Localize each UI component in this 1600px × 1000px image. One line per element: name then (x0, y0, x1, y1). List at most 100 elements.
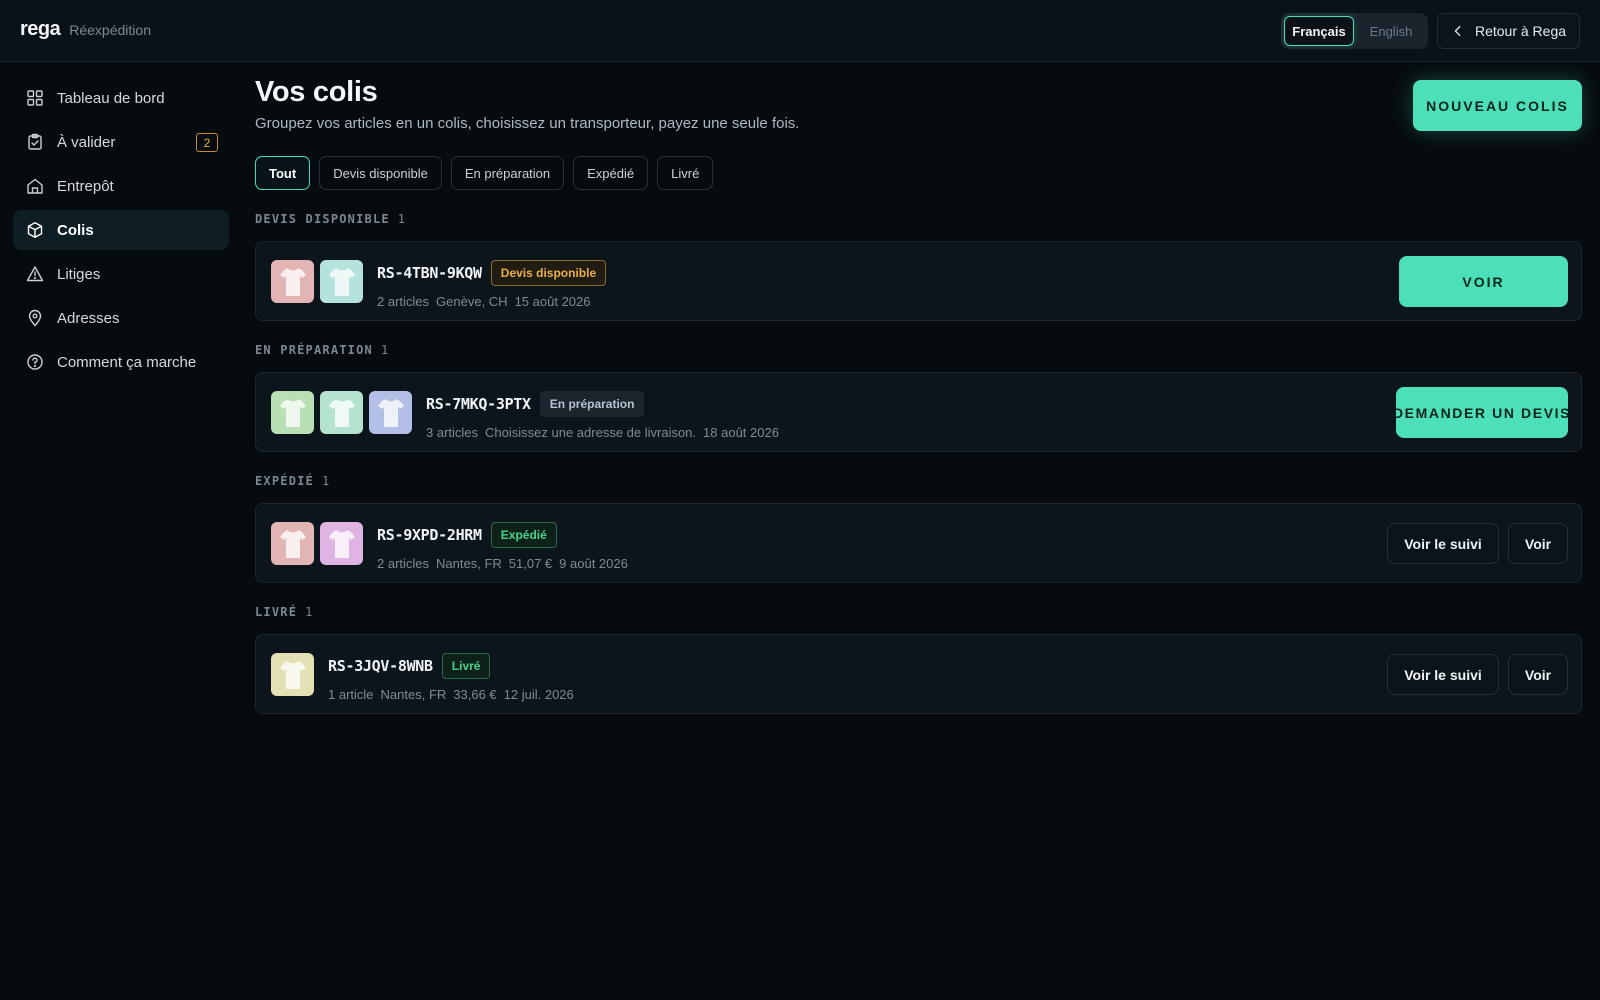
filter-delivered[interactable]: Livré (657, 156, 714, 190)
status-badge: En préparation (539, 391, 645, 417)
parcel-meta: 2 articles Nantes, FR 51,07 € 9 août 202… (377, 556, 628, 571)
language-english-button[interactable]: English (1357, 16, 1425, 46)
parcel-id[interactable]: RS-9XPD-2HRM (377, 526, 482, 544)
sidebar: Tableau de bord À valider 2 Entrepôt Col… (0, 62, 240, 1000)
help-circle-icon (27, 354, 43, 370)
parcel-info: RS-3JQV-8WNB Livré 1 article Nantes, FR … (328, 652, 574, 702)
grid-icon (27, 90, 43, 106)
clipboard-check-icon (28, 133, 42, 150)
destination: Nantes, FR (380, 687, 447, 702)
tshirt-icon (377, 398, 404, 427)
section-count: 1 (305, 605, 314, 619)
language-switch: Français English (1281, 13, 1428, 49)
section-count: 1 (380, 343, 390, 357)
back-to-rega-button[interactable]: Retour à Rega (1437, 13, 1580, 49)
date: 15 août 2026 (514, 294, 591, 309)
date: 12 juil. 2026 (503, 687, 574, 702)
destination: Nantes, FR (436, 556, 502, 571)
section-title: DEVIS DISPONIBLE (255, 212, 390, 226)
section-header-delivered: LIVRÉ 1 (255, 605, 314, 619)
tshirt-icon (328, 398, 355, 427)
sidebar-item-how-it-works[interactable]: Comment ça marche (13, 342, 229, 382)
tshirt-icon (279, 398, 306, 427)
status-filter-tabs: Tout Devis disponible En préparation Exp… (255, 156, 714, 190)
sidebar-item-dashboard[interactable]: Tableau de bord (13, 78, 229, 118)
warning-triangle-icon (26, 266, 44, 282)
chevron-left-icon (1454, 25, 1461, 37)
status-badge: Devis disponible (490, 260, 607, 286)
pending-count-badge: 2 (196, 133, 218, 152)
tshirt-icon (279, 529, 306, 558)
filter-all[interactable]: Tout (255, 156, 311, 190)
sidebar-item-label: Colis (57, 221, 94, 239)
page-title: Vos colis (255, 76, 378, 108)
parcel-meta: 2 articles Genève, CH 15 août 2026 (377, 294, 606, 309)
brand[interactable]: rega Réexpédition (20, 18, 151, 41)
view-button[interactable]: VOIR (1399, 256, 1568, 307)
parcel-info: RS-9XPD-2HRM Expédié 2 articles Nantes, … (377, 521, 628, 571)
item-count: 2 articles (377, 294, 430, 309)
tshirt-icon (328, 267, 355, 296)
item-count: 3 articles (426, 425, 479, 440)
sidebar-item-label: Litiges (57, 265, 101, 283)
filter-in-preparation[interactable]: En préparation (450, 156, 565, 190)
price: 51,07 € (508, 556, 553, 571)
section-title: EN PRÉPARATION (255, 343, 373, 357)
sidebar-item-parcels[interactable]: Colis (13, 210, 229, 250)
tshirt-icon (328, 529, 355, 558)
item-count: 2 articles (377, 556, 430, 571)
date: 9 août 2026 (559, 556, 628, 571)
box-icon (27, 222, 43, 238)
item-thumbnails (271, 522, 363, 565)
filter-quote-available[interactable]: Devis disponible (319, 156, 442, 190)
sidebar-item-to-validate[interactable]: À valider 2 (13, 122, 229, 162)
item-thumbnail (369, 391, 412, 434)
sidebar-item-label: Tableau de bord (57, 89, 165, 107)
parcel-card: RS-4TBN-9KQW Devis disponible 2 articles… (255, 241, 1582, 321)
item-thumbnail (320, 391, 363, 434)
language-french-button[interactable]: Français (1284, 16, 1354, 46)
warehouse-icon (27, 178, 43, 194)
parcel-id[interactable]: RS-3JQV-8WNB (328, 657, 433, 675)
parcel-card: RS-7MKQ-3PTX En préparation 3 articles C… (255, 372, 1582, 452)
parcel-meta: 1 article Nantes, FR 33,66 € 12 juil. 20… (328, 687, 574, 702)
parcel-info: RS-4TBN-9KQW Devis disponible 2 articles… (377, 259, 607, 309)
section-header-shipped: EXPÉDIÉ 1 (255, 474, 330, 488)
sidebar-item-label: Adresses (57, 309, 120, 327)
item-thumbnail (271, 391, 314, 434)
parcel-id[interactable]: RS-4TBN-9KQW (377, 264, 482, 282)
section-title: EXPÉDIÉ (255, 474, 314, 488)
parcel-id[interactable]: RS-7MKQ-3PTX (426, 395, 531, 413)
price: 33,66 € (453, 687, 497, 702)
item-thumbnail (271, 522, 314, 565)
date: 18 août 2026 (703, 425, 779, 440)
filter-shipped[interactable]: Expédié (573, 156, 649, 190)
view-tracking-button[interactable]: Voir le suivi (1387, 654, 1499, 695)
item-thumbnails (271, 260, 363, 303)
item-thumbnail (320, 522, 363, 565)
view-tracking-button[interactable]: Voir le suivi (1387, 523, 1499, 564)
view-button[interactable]: Voir (1508, 523, 1568, 564)
sidebar-item-disputes[interactable]: Litiges (13, 254, 229, 294)
new-parcel-button[interactable]: NOUVEAU COLIS (1413, 80, 1582, 131)
view-button[interactable]: Voir (1508, 654, 1568, 695)
item-thumbnails (271, 391, 412, 434)
request-quote-button[interactable]: DEMANDER UN DEVIS (1396, 387, 1568, 438)
sidebar-item-warehouse[interactable]: Entrepôt (13, 166, 229, 206)
item-thumbnail (320, 260, 363, 303)
parcel-meta: 3 articles Choisissez une adresse de liv… (426, 425, 779, 440)
item-thumbnail (271, 653, 314, 696)
sidebar-item-addresses[interactable]: Adresses (13, 298, 229, 338)
parcel-card: RS-9XPD-2HRM Expédié 2 articles Nantes, … (255, 503, 1582, 583)
tshirt-icon (279, 267, 306, 296)
section-count: 1 (397, 212, 407, 226)
brand-subtitle: Réexpédition (69, 22, 151, 38)
parcel-card: RS-3JQV-8WNB Livré 1 article Nantes, FR … (255, 634, 1582, 714)
address-hint: Choisissez une adresse de livraison. (485, 425, 697, 440)
section-header-in-preparation: EN PRÉPARATION 1 (255, 343, 389, 357)
item-count: 1 article (328, 687, 374, 702)
sidebar-item-label: Comment ça marche (57, 353, 197, 371)
status-badge: Expédié (490, 522, 557, 548)
brand-logo[interactable]: rega (20, 18, 61, 41)
parcel-info: RS-7MKQ-3PTX En préparation 3 articles C… (426, 390, 779, 440)
